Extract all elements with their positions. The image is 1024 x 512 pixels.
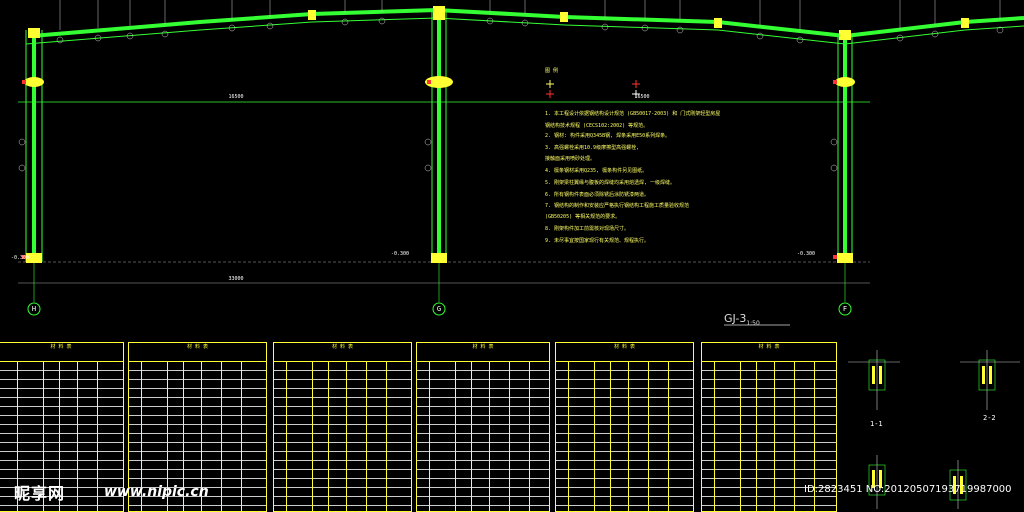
table-body bbox=[417, 362, 549, 511]
section-label-1: 1-1 bbox=[870, 420, 883, 428]
watermark-brand: 昵享网 bbox=[14, 484, 66, 503]
material-table: 材 料 表 bbox=[555, 342, 694, 512]
drawing-title: GJ-31:50 bbox=[724, 312, 760, 327]
section-label-2: 2-2 bbox=[983, 414, 996, 422]
watermark-url: www.nipic.cn bbox=[104, 484, 209, 500]
note-line: 6. 所有钢构件表面必须除锈后涂防锈漆两道。 bbox=[545, 192, 650, 198]
table-header: 材 料 表 bbox=[0, 343, 123, 362]
table-header: 材 料 表 bbox=[417, 343, 549, 362]
legend-title: 图 例 bbox=[545, 67, 558, 74]
note-line: 2. 钢材: 构件采用Q345B钢, 焊条采用E50系列焊条。 bbox=[545, 133, 671, 139]
table-body bbox=[274, 362, 411, 511]
watermark-id: ID:2823451 NO:20120507193719987000 bbox=[804, 484, 1012, 495]
table-header: 材 料 表 bbox=[129, 343, 266, 362]
table-header: 材 料 表 bbox=[702, 343, 836, 362]
axis-label-f: F bbox=[842, 305, 848, 313]
level-right: -0.300 bbox=[796, 251, 816, 257]
material-table: 材 料 表 bbox=[416, 342, 550, 512]
note-line: 8. 刚架构件加工前需核对现场尺寸。 bbox=[545, 226, 630, 232]
legend-symbols: 图 例 bbox=[545, 67, 640, 98]
level-mid: -0.300 bbox=[390, 251, 410, 257]
dim-span-left: 16500 bbox=[228, 94, 244, 100]
note-line: 4. 檩条钢材采用Q235, 檩条构件另见图纸。 bbox=[545, 168, 648, 174]
table-body bbox=[556, 362, 693, 511]
axis-label-h: H bbox=[31, 305, 37, 313]
note-line: 钢结构技术规程 (CECS102:2002) 等规范。 bbox=[545, 123, 649, 129]
note-line: 1. 本工程设计依据钢结构设计规范 (GB50017-2003) 和 门式刚架轻… bbox=[545, 111, 721, 117]
dim-span-right: 16500 bbox=[634, 94, 650, 100]
note-line: 5. 刚架梁柱翼缘与腹板的焊缝均采用熔透焊, 一级焊缝。 bbox=[545, 180, 676, 186]
level-left: -0.300 bbox=[10, 255, 30, 261]
note-line: 接触面采用喷砂处理。 bbox=[545, 156, 596, 162]
axis-label-g: G bbox=[436, 305, 442, 313]
joint-top-left bbox=[28, 28, 40, 38]
drawing-title-main: GJ-3 bbox=[724, 312, 747, 325]
note-line: 3. 高强螺栓采用10.9级摩擦型高强螺栓, bbox=[545, 145, 640, 151]
portal-frame bbox=[31, 7, 1024, 262]
material-table: 材 料 表 bbox=[273, 342, 412, 512]
dim-total: 33000 bbox=[228, 276, 244, 282]
table-header: 材 料 表 bbox=[556, 343, 693, 362]
table-header: 材 料 表 bbox=[274, 343, 411, 362]
note-line: 7. 钢结构的制作和安装应严格执行钢结构工程施工质量验收规范 bbox=[545, 203, 690, 209]
note-line: 9. 未尽事宜按国家现行有关规范、规程执行。 bbox=[545, 238, 650, 244]
note-line: (GB50205) 等相关规范的要求。 bbox=[545, 214, 621, 220]
drawing-title-scale: 1:50 bbox=[746, 320, 760, 328]
